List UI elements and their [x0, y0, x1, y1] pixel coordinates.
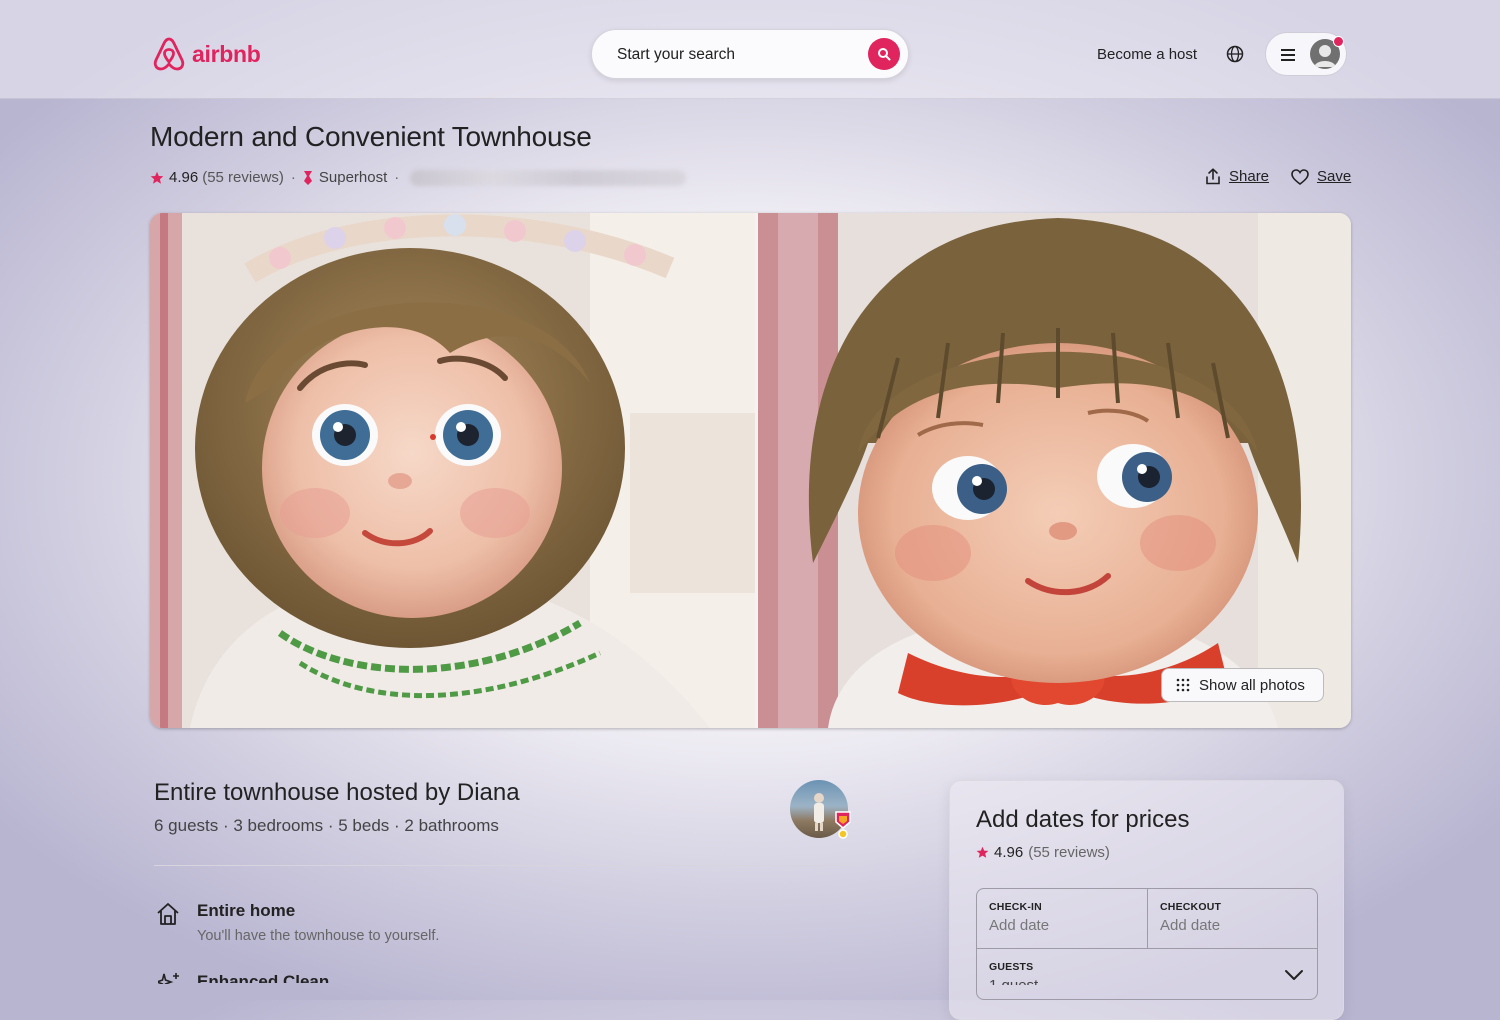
guests-field[interactable]: GUESTS 1 guest	[977, 949, 1317, 999]
airbnb-logo-icon	[153, 37, 185, 71]
top-header: airbnb Start your search Become a host	[0, 0, 1500, 99]
superhost-badge-icon	[835, 811, 851, 839]
meta-separator: ·	[290, 169, 296, 186]
search-bar[interactable]: Start your search	[591, 29, 909, 79]
section-divider	[154, 865, 850, 866]
location-link-blurred[interactable]	[410, 169, 687, 186]
meta-separator: ·	[394, 169, 400, 186]
photo-secondary[interactable]	[758, 213, 1351, 728]
booking-rating-value: 4.96	[994, 844, 1024, 861]
show-all-photos-label: Show all photos	[1199, 676, 1305, 694]
photo-divider	[755, 213, 758, 728]
photo-main[interactable]	[150, 213, 756, 728]
checkin-label: CHECK-IN	[989, 901, 1042, 913]
feature-title: Enhanced Clean	[197, 972, 330, 983]
photo-gallery[interactable]	[150, 213, 1351, 728]
logo-text: airbnb	[192, 40, 261, 67]
checkout-field[interactable]: CHECKOUT Add date	[1148, 889, 1317, 948]
listing-summary: 6 guests · 3 bedrooms · 5 beds · 2 bathr…	[154, 816, 499, 835]
feature-description: You'll have the townhouse to yourself.	[197, 928, 440, 944]
share-icon	[1206, 168, 1220, 185]
chevron-down-icon[interactable]	[1284, 969, 1304, 981]
share-button[interactable]: Share	[1205, 168, 1269, 185]
booking-reviews-link[interactable]: (55 reviews)	[1028, 844, 1110, 861]
date-guest-picker[interactable]: CHECK-IN Add date CHECKOUT Add date GUES…	[976, 888, 1318, 1000]
heart-icon	[1291, 168, 1309, 185]
user-menu-button[interactable]	[1265, 32, 1347, 76]
checkout-label: CHECKOUT	[1160, 901, 1222, 913]
rating-value: 4.96	[169, 169, 199, 186]
search-icon	[878, 48, 891, 61]
grid-icon	[1176, 678, 1190, 692]
hosted-by-title: Entire townhouse hosted by Diana	[154, 779, 520, 806]
listing-title: Modern and Convenient Townhouse	[150, 121, 592, 152]
globe-icon[interactable]	[1226, 45, 1244, 63]
feature-title: Entire home	[197, 901, 296, 920]
sparkle-icon	[158, 973, 179, 984]
search-button[interactable]	[868, 38, 900, 70]
guests-label: GUESTS	[989, 961, 1034, 973]
checkout-value: Add date	[1160, 917, 1221, 934]
booking-title: Add dates for prices	[976, 806, 1190, 833]
notification-dot	[1333, 36, 1344, 47]
reviews-link[interactable]: (55 reviews)	[202, 169, 284, 186]
guests-value: 1 guest	[989, 977, 1038, 985]
airbnb-logo[interactable]: airbnb	[152, 36, 261, 72]
share-label: Share	[1229, 168, 1270, 185]
search-placeholder[interactable]: Start your search	[617, 46, 735, 64]
home-icon	[157, 903, 179, 925]
superhost-label: Superhost	[318, 169, 388, 186]
become-host-link[interactable]: Become a host	[1097, 46, 1197, 63]
star-icon	[976, 846, 989, 858]
checkin-field[interactable]: CHECK-IN Add date	[977, 889, 1147, 948]
save-button[interactable]: Save	[1291, 168, 1351, 185]
superhost-icon	[303, 170, 312, 185]
checkin-value: Add date	[989, 917, 1050, 934]
hamburger-icon	[1281, 49, 1295, 61]
save-label: Save	[1317, 168, 1352, 185]
listing-meta: 4.96 (55 reviews) · Superhost ·	[150, 169, 687, 186]
show-all-photos-button[interactable]: Show all photos	[1161, 668, 1324, 702]
star-icon	[150, 171, 164, 184]
booking-rating: 4.96 (55 reviews)	[976, 844, 1110, 861]
